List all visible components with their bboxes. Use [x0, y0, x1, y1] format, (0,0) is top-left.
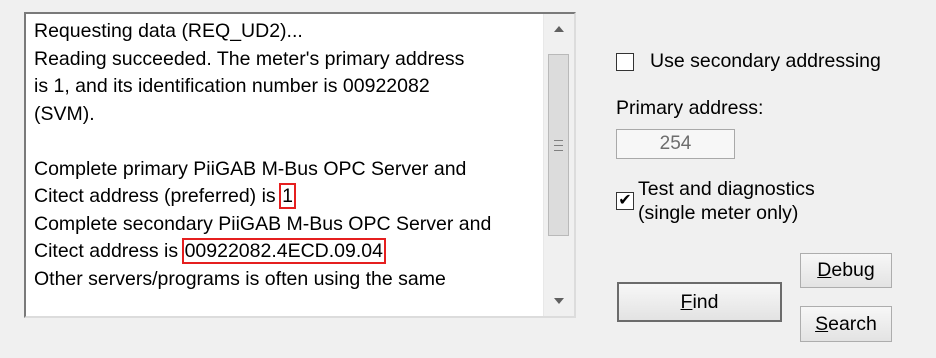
search-button-label: Search — [815, 313, 877, 336]
primary-address-input[interactable]: 254 — [616, 129, 735, 159]
search-label-rest: earch — [828, 312, 877, 335]
scroll-down-button[interactable] — [544, 286, 574, 316]
log-line: Citect address is 00922082.4ECD.09.04 — [34, 238, 538, 266]
debug-mnemonic: D — [817, 259, 832, 281]
log-line-prefix: Citect address is — [34, 240, 184, 262]
grip-icon — [554, 139, 563, 151]
debug-button[interactable]: Debug — [800, 253, 892, 288]
scroll-up-button[interactable] — [544, 14, 574, 44]
log-line: (SVM). — [34, 102, 95, 125]
log-line: Complete secondary PiiGAB M-Bus OPC Serv… — [34, 212, 492, 235]
search-mnemonic: S — [815, 312, 829, 335]
test-diagnostics-label-line2: (single meter only) — [638, 202, 799, 224]
log-text: Requesting data (REQ_UD2)... Reading suc… — [34, 18, 538, 310]
search-button[interactable]: Search — [800, 306, 892, 342]
scroll-thumb[interactable] — [548, 54, 569, 236]
test-diagnostics-checkbox[interactable]: ✔ — [616, 192, 634, 210]
secondary-addressing-checkbox[interactable] — [616, 53, 634, 71]
log-line: Requesting data (REQ_UD2)... — [34, 20, 303, 42]
log-line: Other servers/programs is often using th… — [34, 267, 446, 290]
primary-address-highlight: 1 — [279, 183, 296, 209]
find-button-label: Find — [681, 291, 719, 314]
log-line-prefix: Citect address (preferred) is — [34, 185, 282, 207]
check-icon: ✔ — [618, 192, 632, 209]
find-button[interactable]: Find — [617, 282, 782, 322]
find-label-rest: ind — [692, 290, 719, 313]
arrow-up-icon — [554, 26, 564, 32]
log-line-blank — [34, 128, 538, 156]
log-line: Citect address (preferred) is 1 — [34, 183, 538, 211]
primary-address-label: Primary address: — [616, 97, 764, 119]
debug-button-label: Debug — [817, 259, 874, 282]
secondary-address-highlight: 00922082.4ECD.09.04 — [181, 238, 386, 264]
test-diagnostics-label-line1: Test and diagnostics — [638, 178, 815, 200]
vertical-scrollbar[interactable] — [543, 14, 574, 316]
debug-label-rest: ebug — [831, 259, 875, 281]
log-line: Reading succeeded. The meter's primary a… — [34, 47, 465, 70]
find-mnemonic: F — [680, 290, 693, 313]
arrow-down-icon — [554, 298, 564, 304]
log-line: Complete primary PiiGAB M-Bus OPC Server… — [34, 157, 467, 180]
secondary-addressing-label: Use secondary addressing — [650, 50, 881, 72]
log-output-area[interactable]: Requesting data (REQ_UD2)... Reading suc… — [24, 12, 576, 318]
log-line: is 1, and its identification number is 0… — [34, 75, 430, 97]
